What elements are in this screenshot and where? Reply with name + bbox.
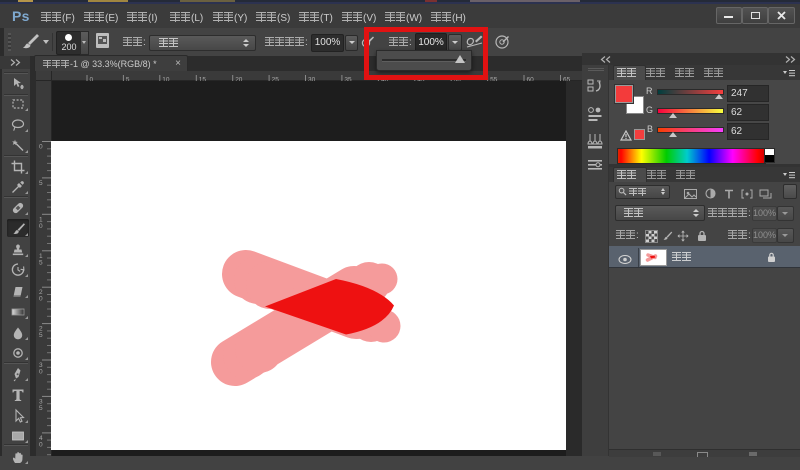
svg-text:0: 0 <box>39 441 43 448</box>
svg-text:0: 0 <box>39 144 43 151</box>
svg-text:5: 5 <box>39 259 43 266</box>
svg-text:0: 0 <box>39 223 43 230</box>
svg-text:5: 5 <box>39 180 43 187</box>
svg-text:0: 0 <box>39 296 43 303</box>
svg-text:5: 5 <box>39 332 43 339</box>
svg-text:5: 5 <box>39 405 43 412</box>
svg-text:0: 0 <box>39 369 43 376</box>
